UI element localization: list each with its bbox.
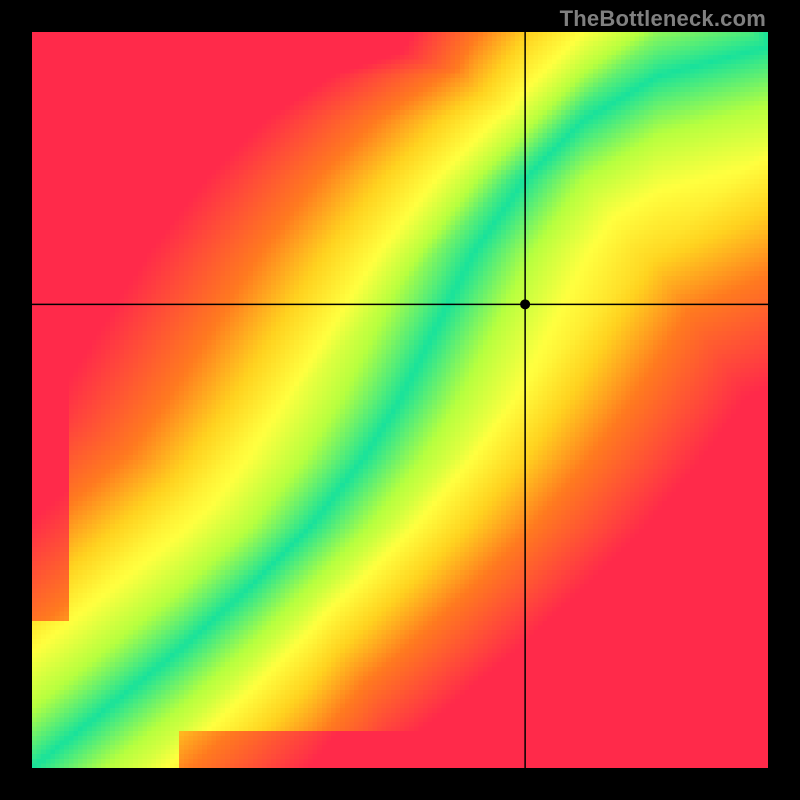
- heatmap-canvas: [32, 32, 768, 768]
- chart-frame: TheBottleneck.com: [0, 0, 800, 800]
- heatmap-plot: [32, 32, 768, 768]
- watermark-text: TheBottleneck.com: [560, 6, 766, 32]
